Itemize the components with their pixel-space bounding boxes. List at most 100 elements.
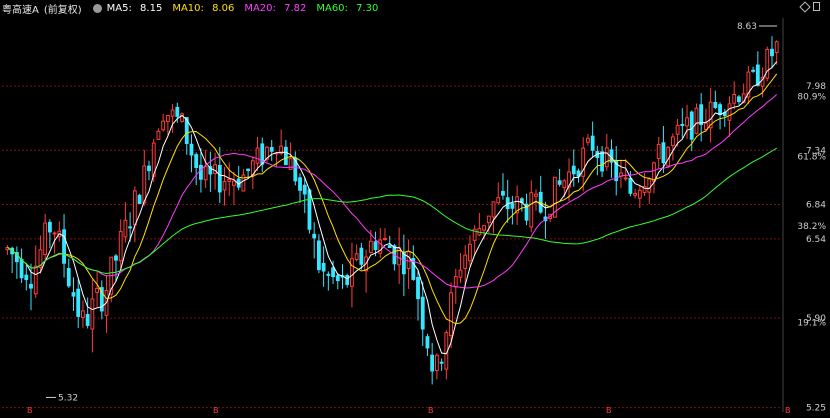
candle-body (137, 194, 142, 204)
candle-body (52, 232, 57, 235)
candle-body (246, 168, 251, 171)
candle-body (590, 135, 595, 151)
candle-body (307, 189, 312, 230)
ma10-legend: MA10: 8.06 (172, 3, 239, 14)
candle-body (302, 184, 307, 195)
candle-body (482, 225, 487, 231)
low-marker-label: 5.32 (58, 393, 78, 403)
candle-body (439, 361, 444, 364)
candle-body (387, 245, 392, 249)
candle-body (383, 238, 387, 241)
candle-body (557, 180, 562, 185)
bottom-marker: B (428, 406, 434, 415)
candle-body (656, 143, 661, 160)
candle-body (737, 96, 741, 103)
candle-body (232, 180, 236, 186)
candle-body (694, 107, 699, 134)
candle-body (283, 146, 288, 166)
candle-body (434, 354, 439, 371)
candle-body (321, 262, 326, 272)
candle-body (156, 130, 161, 140)
candle-body (47, 221, 52, 233)
candle-body (661, 142, 666, 164)
kline-canvas[interactable]: 7.987.346.846.545.905.2580.9%61.8%38.2%1… (0, 0, 830, 418)
candle-body (345, 274, 350, 285)
ma5-value: 8.15 (140, 2, 163, 14)
stock-name: 粤高速A (2, 4, 39, 16)
chart-toolbar (799, 1, 820, 13)
candle-body (633, 192, 638, 196)
candle-body (604, 147, 609, 168)
candle-body (222, 181, 227, 191)
candle-body (689, 111, 694, 140)
percent-tick-label: 80.9% (797, 92, 826, 102)
ma-line-ma5 (7, 61, 778, 355)
ma10-value: 8.06 (212, 2, 235, 14)
price-tick-label: 5.25 (806, 404, 826, 414)
ma20-legend: MA20: 7.82 (244, 3, 311, 14)
candle-body (199, 164, 203, 180)
candle-body (269, 146, 274, 152)
candle-body (770, 48, 774, 57)
price-tick-label: 7.98 (806, 82, 826, 92)
ma60-value: 7.30 (356, 2, 379, 14)
candle-body (406, 251, 411, 270)
candle-body (647, 178, 652, 193)
kline-chart[interactable]: 7.98 7.34 6.84 6.54 5.90 5.25 80.9% 61.8% 38.2% 1… (0, 0, 830, 418)
candle-body (628, 177, 633, 194)
candle-body (62, 229, 66, 264)
candle-body (430, 354, 435, 372)
candle-body (227, 178, 232, 183)
candle-body (368, 240, 373, 253)
candle-body (354, 253, 359, 261)
price-tick-label: 6.84 (806, 200, 826, 210)
candle-body (114, 255, 118, 261)
candle-body (670, 136, 675, 147)
candle-body (425, 336, 430, 349)
candle-body (463, 254, 468, 269)
candle-body (95, 287, 100, 293)
settings-icon[interactable] (92, 3, 102, 13)
candle-body (765, 48, 770, 79)
candle-body (316, 240, 321, 271)
diamond-icon[interactable] (799, 1, 811, 13)
candle-body (335, 275, 340, 282)
candle-body (699, 104, 704, 126)
candle-body (449, 292, 453, 337)
candle-body (501, 190, 505, 196)
candle-body (147, 165, 151, 172)
candle-body (118, 231, 123, 262)
candle-body (680, 123, 685, 126)
candle-body (420, 296, 425, 330)
candle-body (312, 233, 317, 239)
chart-legend: 粤高速A (前复权) MA5: 8.15 MA10: 8.06 MA20: 7.8… (2, 1, 388, 16)
candle-body (165, 115, 170, 122)
ma5-legend: MA5: 8.15 (107, 3, 168, 14)
candle-body (298, 177, 302, 191)
candle-body (128, 226, 133, 229)
candle-body (66, 268, 71, 287)
ma-line-ma10 (7, 73, 778, 325)
candle-body (81, 310, 85, 318)
candle-body (132, 190, 137, 226)
candle-body (175, 106, 180, 117)
candle-body (529, 192, 534, 228)
bottom-marker: B (606, 406, 612, 415)
candle-body (652, 162, 656, 182)
candle-body (189, 143, 194, 156)
candle-body (510, 203, 515, 209)
ma-line-ma20 (7, 94, 778, 289)
candle-body (637, 189, 642, 199)
candle-body (571, 165, 576, 175)
candle-body (76, 288, 81, 317)
candle-body (326, 273, 331, 276)
candle-body (24, 274, 29, 281)
candle-body (250, 160, 255, 176)
candle-body (703, 122, 708, 130)
candle-body (123, 219, 128, 238)
ma5-label: MA5: (106, 2, 132, 14)
candle-body (194, 154, 199, 168)
window-icon[interactable] (813, 2, 820, 11)
candle-body (586, 137, 590, 143)
candle-body (468, 243, 472, 262)
